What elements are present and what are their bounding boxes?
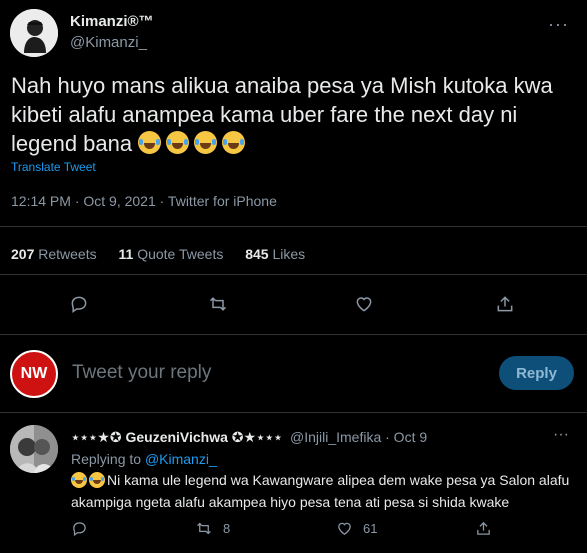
reply-like-count: 61 (363, 521, 378, 536)
like-button[interactable]: 61 (336, 520, 377, 537)
divider (0, 412, 587, 413)
retweet-icon (197, 522, 211, 535)
tweet-body: Nah huyo mans alikua anaiba pesa ya Mish… (11, 73, 553, 156)
likes-label: Likes (272, 246, 306, 262)
reply-text: Ni kama ule legend wa Kawangware alipea … (71, 469, 581, 513)
author-handle[interactable]: @Kimanzi_ (70, 34, 147, 51)
tweet-stats: 207 Retweets 11 Quote Tweets 845 Likes (11, 246, 323, 262)
share-icon[interactable] (490, 289, 520, 319)
reply-author-display-name[interactable]: ⋆⋆⋆★✪ GeuzeniVichwa ✪★⋆⋆⋆ (71, 429, 282, 446)
divider (0, 226, 587, 227)
likes-count: 845 (245, 246, 269, 262)
retweet-button[interactable]: 8 (195, 520, 230, 537)
author-display-name[interactable]: Kimanzi®™ (70, 13, 154, 30)
likes-stat[interactable]: 845 Likes (245, 246, 305, 262)
reply-body: Ni kama ule legend wa Kawangware alipea … (71, 472, 570, 510)
reply-actions: 8 61 (0, 520, 587, 542)
reply-button[interactable]: Reply (499, 356, 574, 390)
face-with-tears-of-joy-icon (194, 131, 218, 154)
user-avatar[interactable]: NW (10, 350, 58, 398)
replying-to: Replying to @Kimanzi_ (71, 451, 217, 467)
more-dots-icon[interactable]: ··· (548, 14, 569, 35)
like-icon[interactable] (349, 289, 379, 319)
face-with-tears-of-joy-icon (138, 131, 162, 154)
quote-tweets-label: Quote Tweets (137, 246, 224, 262)
reply-author-avatar[interactable] (10, 425, 58, 473)
reply-input[interactable]: Tweet your reply (72, 362, 211, 384)
face-with-tears-of-joy-icon (166, 131, 190, 154)
reply-icon[interactable] (64, 289, 94, 319)
divider (0, 334, 587, 335)
tweet-metadata[interactable]: 12:14 PM · Oct 9, 2021 · Twitter for iPh… (11, 193, 277, 209)
quote-tweets-stat[interactable]: 11 Quote Tweets (119, 246, 224, 262)
share-icon[interactable] (475, 520, 492, 537)
face-with-tears-of-joy-icon (222, 131, 246, 154)
retweets-label: Retweets (38, 246, 97, 262)
tweet-text: Nah huyo mans alikua anaiba pesa ya Mish… (11, 71, 581, 158)
retweets-count: 207 (11, 246, 35, 262)
retweets-stat[interactable]: 207 Retweets (11, 246, 97, 262)
reply-retweet-count: 8 (223, 521, 231, 536)
reply-icon[interactable] (71, 520, 88, 537)
replying-to-label: Replying to (71, 451, 142, 467)
retweet-icon[interactable] (203, 289, 233, 319)
tweet-actions (0, 289, 587, 319)
more-dots-icon[interactable]: ··· (553, 426, 569, 444)
author-avatar[interactable] (10, 9, 58, 57)
quote-tweets-count: 11 (118, 246, 134, 262)
face-with-tears-of-joy-icon (71, 472, 87, 488)
face-with-tears-of-joy-icon (89, 472, 105, 488)
like-icon (338, 522, 351, 535)
divider (0, 274, 587, 275)
translate-tweet-link[interactable]: Translate Tweet (11, 160, 96, 174)
reply-author-handle[interactable]: @Injili_Imefika · Oct 9 (290, 429, 427, 445)
replying-to-link[interactable]: @Kimanzi_ (145, 451, 217, 467)
